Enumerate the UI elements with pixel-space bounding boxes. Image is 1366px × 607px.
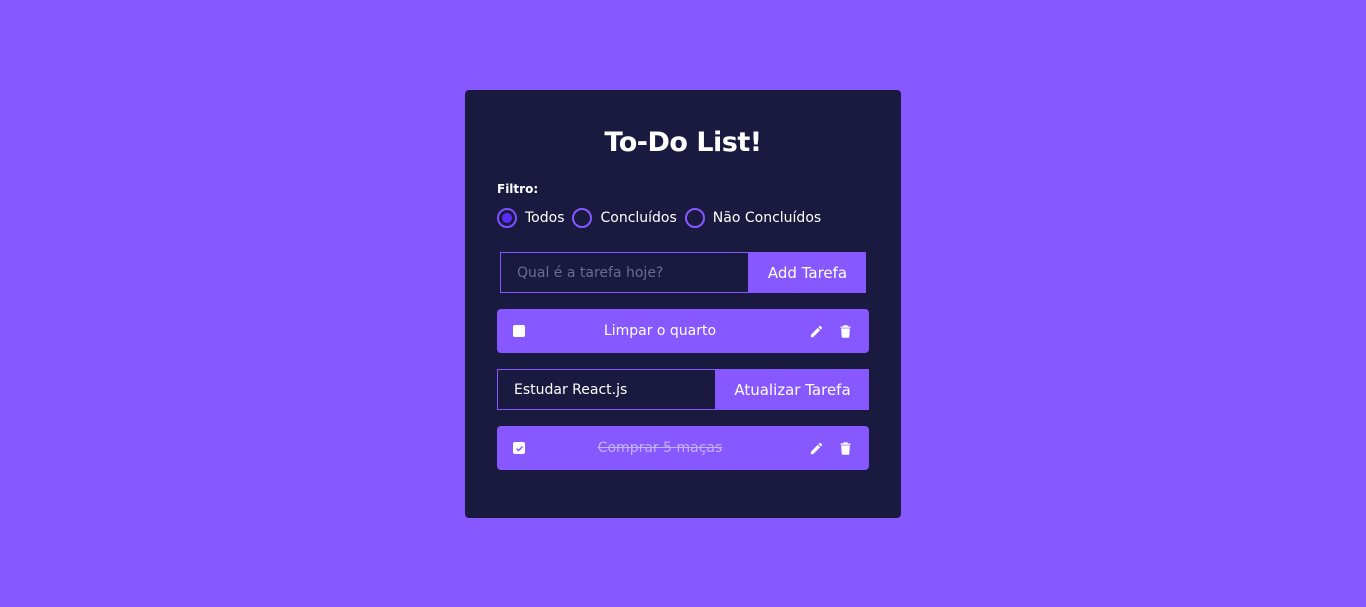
todo-card: To-Do List! Filtro: Todos Concluídos Não… — [465, 90, 901, 518]
update-task-button[interactable]: Atualizar Tarefa — [716, 369, 869, 410]
check-icon — [515, 445, 523, 452]
todo-actions — [795, 323, 853, 339]
todo-text: Limpar o quarto — [603, 323, 717, 339]
edit-todo-form: Atualizar Tarefa — [497, 369, 869, 410]
todo-actions — [795, 440, 853, 456]
filter-option-todos[interactable]: Todos — [497, 208, 564, 228]
radio-unselected-icon[interactable] — [572, 208, 593, 228]
pencil-icon[interactable] — [808, 440, 824, 456]
todo-text: Comprar 5 maças — [597, 440, 723, 456]
new-task-input[interactable] — [500, 252, 749, 293]
add-todo-form: Add Tarefa — [500, 252, 866, 293]
todo-item: Limpar o quarto — [497, 309, 869, 353]
filter-option-nao-concluidos[interactable]: Não Concluídos — [684, 208, 822, 228]
todo-checkbox[interactable] — [513, 325, 525, 337]
pencil-icon[interactable] — [808, 323, 824, 339]
edit-task-input[interactable] — [497, 369, 716, 410]
page-title: To-Do List! — [604, 127, 762, 158]
filter-radio-group: Todos Concluídos Não Concluídos — [497, 208, 829, 228]
trash-icon[interactable] — [837, 323, 853, 339]
filter-option-concluidos[interactable]: Concluídos — [572, 208, 677, 228]
filter-option-label: Todos — [525, 210, 565, 226]
trash-icon[interactable] — [837, 440, 853, 456]
filter-option-label: Não Concluídos — [712, 210, 822, 226]
todo-item: Comprar 5 maças — [497, 426, 869, 470]
add-task-button[interactable]: Add Tarefa — [749, 252, 866, 293]
filter-option-label: Concluídos — [600, 210, 677, 226]
todo-checkbox[interactable] — [513, 442, 525, 454]
radio-selected-icon[interactable] — [497, 208, 517, 228]
radio-unselected-icon[interactable] — [684, 208, 705, 228]
filter-label: Filtro: — [497, 182, 539, 196]
